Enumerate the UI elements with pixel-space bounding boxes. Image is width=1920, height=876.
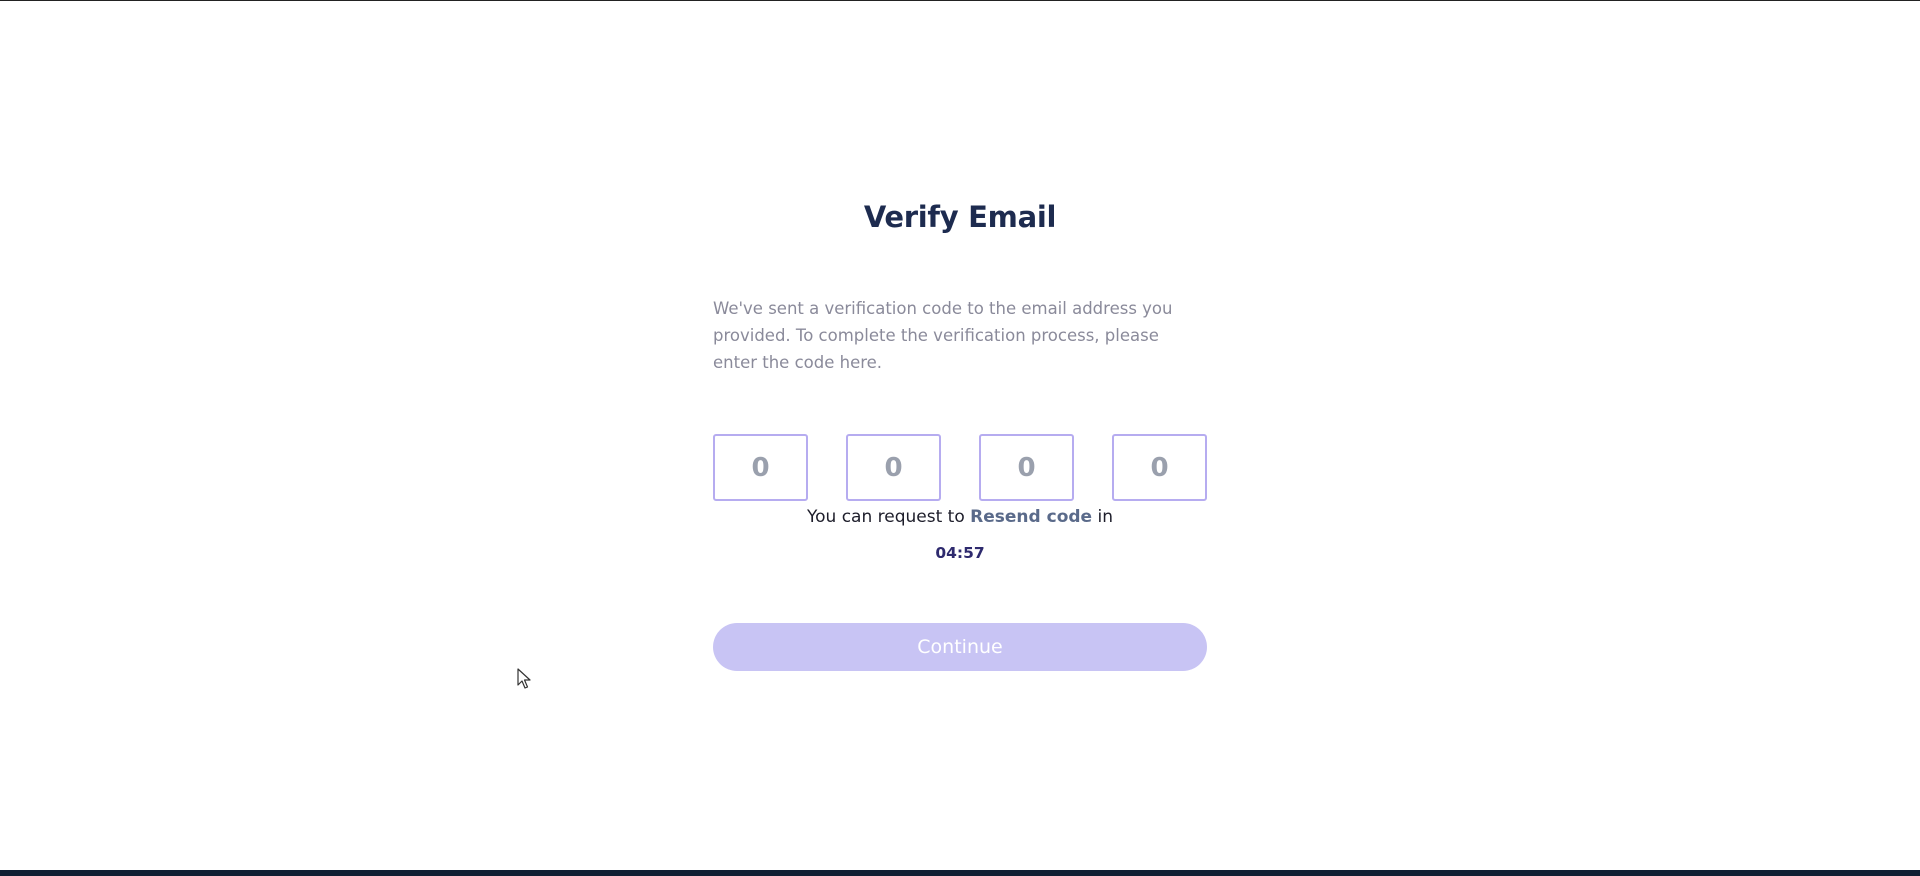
mouse-pointer-icon (517, 668, 531, 689)
footer-bar (0, 870, 1920, 876)
verification-description: We've sent a verification code to the em… (713, 299, 1173, 372)
page-title: Verify Email (863, 200, 1057, 234)
resend-code-link[interactable]: Resend code (970, 507, 1092, 527)
otp-input-row (713, 434, 1207, 501)
verify-email-page: Verify Email We've sent a verification c… (0, 0, 1920, 876)
otp-digit-4[interactable] (1112, 434, 1207, 501)
resend-countdown-timer: 04:57 (935, 544, 985, 562)
otp-digit-2[interactable] (846, 434, 941, 501)
resend-prefix: You can request to (807, 507, 965, 527)
resend-suffix: in (1097, 507, 1113, 527)
resend-text: You can request to Resend code in (713, 507, 1207, 527)
continue-button[interactable]: Continue (713, 623, 1207, 671)
otp-digit-3[interactable] (979, 434, 1074, 501)
otp-digit-1[interactable] (713, 434, 808, 501)
